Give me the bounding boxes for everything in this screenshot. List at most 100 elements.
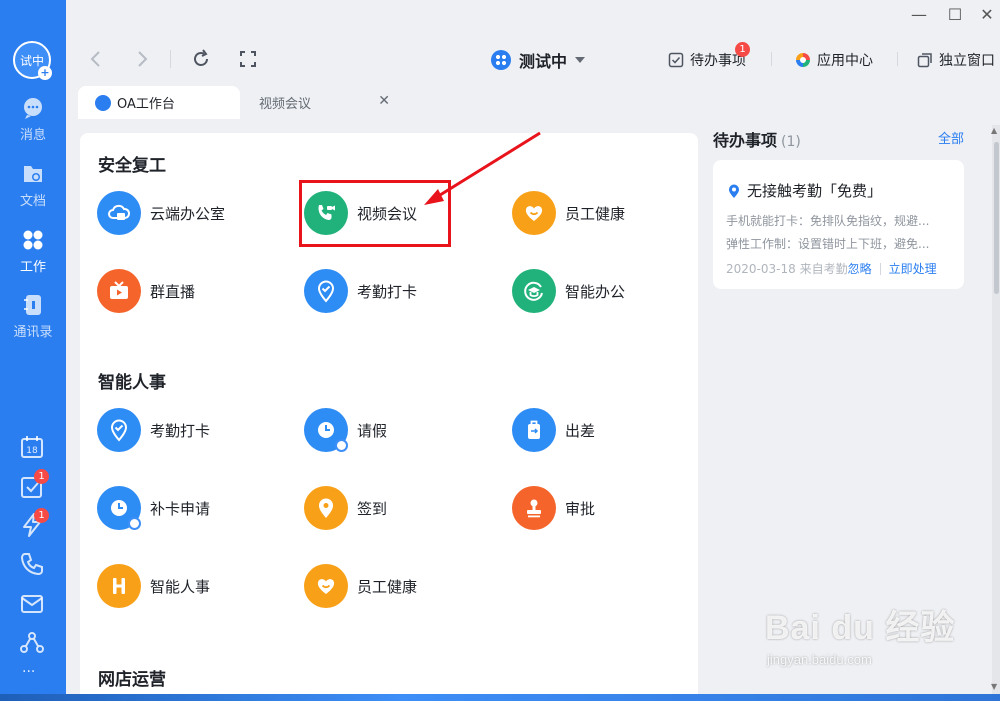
- app-label: 补卡申请: [150, 499, 211, 518]
- mail-icon[interactable]: [19, 591, 45, 617]
- todo-badge: 1: [735, 42, 750, 57]
- calendar-icon[interactable]: 18: [19, 434, 45, 460]
- standalone-window-button[interactable]: 独立窗口: [917, 50, 995, 70]
- os-taskbar: [0, 694, 1000, 701]
- org-title: 测试中: [519, 52, 568, 71]
- section-title: 网店运营: [98, 670, 166, 690]
- task-badge: 1: [34, 469, 49, 484]
- app-label: 审批: [565, 499, 596, 518]
- app-label: 员工健康: [357, 577, 418, 596]
- app-employee-health[interactable]: 员工健康: [512, 189, 712, 237]
- app-leave[interactable]: 请假: [304, 406, 504, 454]
- tab-label: OA工作台: [117, 97, 175, 112]
- baidu-watermark: Bai du 经验 jingyan.baidu.com: [765, 590, 965, 675]
- maximize-button[interactable]: ☐: [945, 5, 965, 24]
- app-check-in[interactable]: 签到: [304, 484, 504, 532]
- employee-health-icon: [512, 191, 556, 235]
- ignore-button[interactable]: 忽略: [848, 260, 872, 277]
- tab-label: 视频会议: [259, 97, 312, 112]
- tab-video-meeting[interactable]: 视频会议 ✕: [242, 86, 400, 119]
- user-avatar[interactable]: 试中 +: [13, 41, 52, 80]
- action-separator: [771, 52, 772, 66]
- nav-separator: [170, 50, 171, 68]
- watermark-sub: jingyan.baidu.com: [767, 652, 872, 667]
- oa-grid-icon: [95, 94, 111, 111]
- app-business-trip[interactable]: 出差: [512, 406, 712, 454]
- app-employee-health-hr[interactable]: 员工健康: [304, 562, 504, 610]
- fullscreen-button[interactable]: [237, 48, 259, 70]
- todo-item-meta: 2020-03-18 来自考勤 忽略 立即处理: [726, 260, 937, 277]
- app-attendance[interactable]: 考勤打卡: [304, 267, 504, 315]
- todo-button[interactable]: 待办事项 1: [668, 42, 750, 70]
- location-pin-icon: [304, 486, 348, 530]
- left-nav-rail: 试中 + 消息 文档 工作 通讯录 18 1 1 ···: [0, 0, 66, 701]
- suitcase-icon: [512, 408, 556, 452]
- watermark-main: Bai du 经验: [765, 609, 956, 647]
- org-switcher[interactable]: 测试中: [491, 48, 586, 72]
- smart-office-icon: [512, 269, 556, 313]
- location-check-icon: [97, 408, 141, 452]
- standalone-window-icon: [917, 53, 932, 68]
- app-center-button[interactable]: 应用中心: [795, 50, 873, 70]
- scroll-down-icon[interactable]: ▼: [991, 682, 997, 691]
- cloud-office-icon: [97, 191, 141, 235]
- fullscreen-icon: [240, 51, 256, 67]
- scrollbar-thumb[interactable]: [994, 142, 999, 294]
- app-cloud-office[interactable]: 云端办公室: [97, 189, 297, 237]
- action-separator: [897, 52, 898, 66]
- app-attendance-hr[interactable]: 考勤打卡: [97, 406, 297, 454]
- minimize-button[interactable]: —: [909, 5, 929, 24]
- close-window-button[interactable]: ✕: [977, 5, 997, 24]
- chevron-down-icon: [575, 57, 586, 63]
- todo-item-title: 无接触考勤「免费」: [726, 180, 882, 201]
- person-badge-icon: [128, 517, 141, 530]
- stamp-icon: [512, 486, 556, 530]
- work-grid-icon: [23, 230, 43, 250]
- app-approval[interactable]: 审批: [512, 484, 712, 532]
- standalone-window-label: 独立窗口: [939, 53, 995, 69]
- todo-all-link[interactable]: 全部: [938, 128, 964, 147]
- org-logo-icon: [491, 50, 511, 70]
- todo-item-date: 2020-03-18: [726, 261, 796, 276]
- todo-check-icon: [668, 52, 684, 68]
- todo-card[interactable]: 无接触考勤「免费」 手机就能打卡：免排队免指纹，规避... 弹性工作制：设置错时…: [713, 160, 964, 289]
- avatar-plus-icon: +: [38, 66, 52, 80]
- refresh-button[interactable]: [190, 48, 212, 70]
- highlight-box: [299, 180, 451, 247]
- chevron-right-icon: [138, 51, 148, 67]
- app-label: 云端办公室: [150, 204, 226, 223]
- todo-item-desc: 手机就能打卡：免排队免指纹，规避...: [726, 214, 930, 228]
- app-label: 智能办公: [565, 282, 626, 301]
- network-icon[interactable]: [19, 630, 45, 656]
- sidebar-item-label: 消息: [19, 128, 46, 143]
- close-icon[interactable]: ✕: [378, 93, 390, 109]
- message-icon: [24, 98, 42, 119]
- back-button[interactable]: [85, 48, 107, 70]
- refresh-icon: [194, 49, 208, 66]
- todo-panel-title: 待办事项 (1): [713, 131, 801, 150]
- app-makeup-punch[interactable]: 补卡申请: [97, 484, 297, 532]
- phone-icon[interactable]: [19, 551, 45, 577]
- sidebar-item-documents[interactable]: 文档: [0, 162, 66, 218]
- live-tv-icon: [97, 269, 141, 313]
- smart-hr-icon: [97, 564, 141, 608]
- forward-button[interactable]: [131, 48, 153, 70]
- scroll-up-icon[interactable]: ▲: [991, 126, 997, 135]
- app-label: 请假: [357, 421, 388, 440]
- app-smart-hr[interactable]: 智能人事: [97, 562, 297, 610]
- clock-icon: [304, 408, 348, 452]
- more-icon[interactable]: ···: [22, 664, 35, 680]
- chevron-left-icon: [90, 51, 100, 67]
- sidebar-item-work[interactable]: 工作: [0, 228, 66, 284]
- sidebar-item-contacts[interactable]: 通讯录: [0, 293, 66, 349]
- app-smart-office[interactable]: 智能办公: [512, 267, 712, 315]
- location-check-icon: [304, 269, 348, 313]
- sidebar-item-label: 通讯录: [13, 325, 53, 340]
- app-group-live[interactable]: 群直播: [97, 267, 297, 315]
- app-label: 智能人事: [150, 577, 211, 596]
- handle-now-button[interactable]: 立即处理: [889, 260, 937, 277]
- todo-item-desc: 弹性工作制：设置错时上下班，避免...: [726, 237, 930, 251]
- sidebar-item-messages[interactable]: 消息: [0, 96, 66, 152]
- app-label: 出差: [565, 421, 596, 440]
- tab-oa-workbench[interactable]: OA工作台: [78, 86, 240, 119]
